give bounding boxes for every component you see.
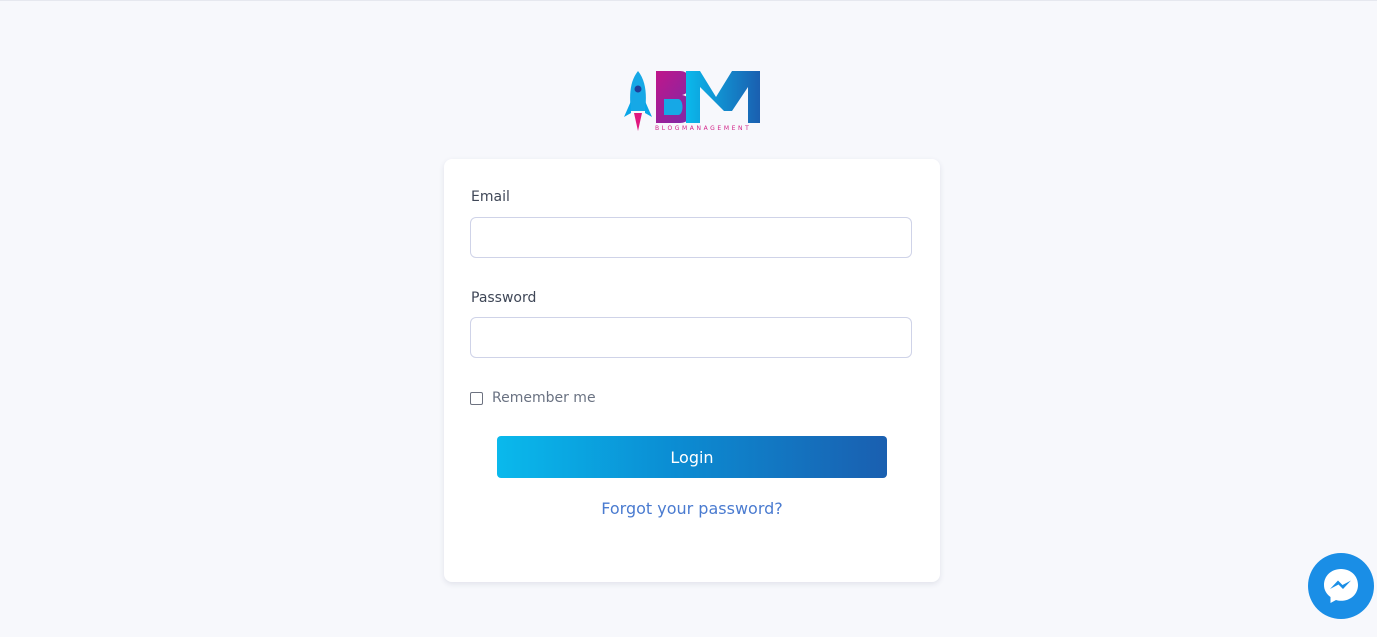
password-field[interactable] <box>470 317 912 358</box>
messenger-chat-button[interactable] <box>1308 553 1374 619</box>
email-label: Email <box>471 189 510 205</box>
remember-checkbox[interactable] <box>470 391 483 405</box>
messenger-icon <box>1324 569 1358 603</box>
login-button[interactable]: Login <box>497 436 887 478</box>
remember-label[interactable]: Remember me <box>492 390 596 406</box>
forgot-password-link[interactable]: Forgot your password? <box>444 499 940 518</box>
remember-me[interactable]: Remember me <box>470 390 596 406</box>
login-card: Email Password Remember me Login Forgot … <box>444 159 940 582</box>
email-field[interactable] <box>470 217 912 258</box>
password-label: Password <box>471 290 537 306</box>
logo-subtitle: BLOGMANAGEMENT <box>655 125 752 132</box>
